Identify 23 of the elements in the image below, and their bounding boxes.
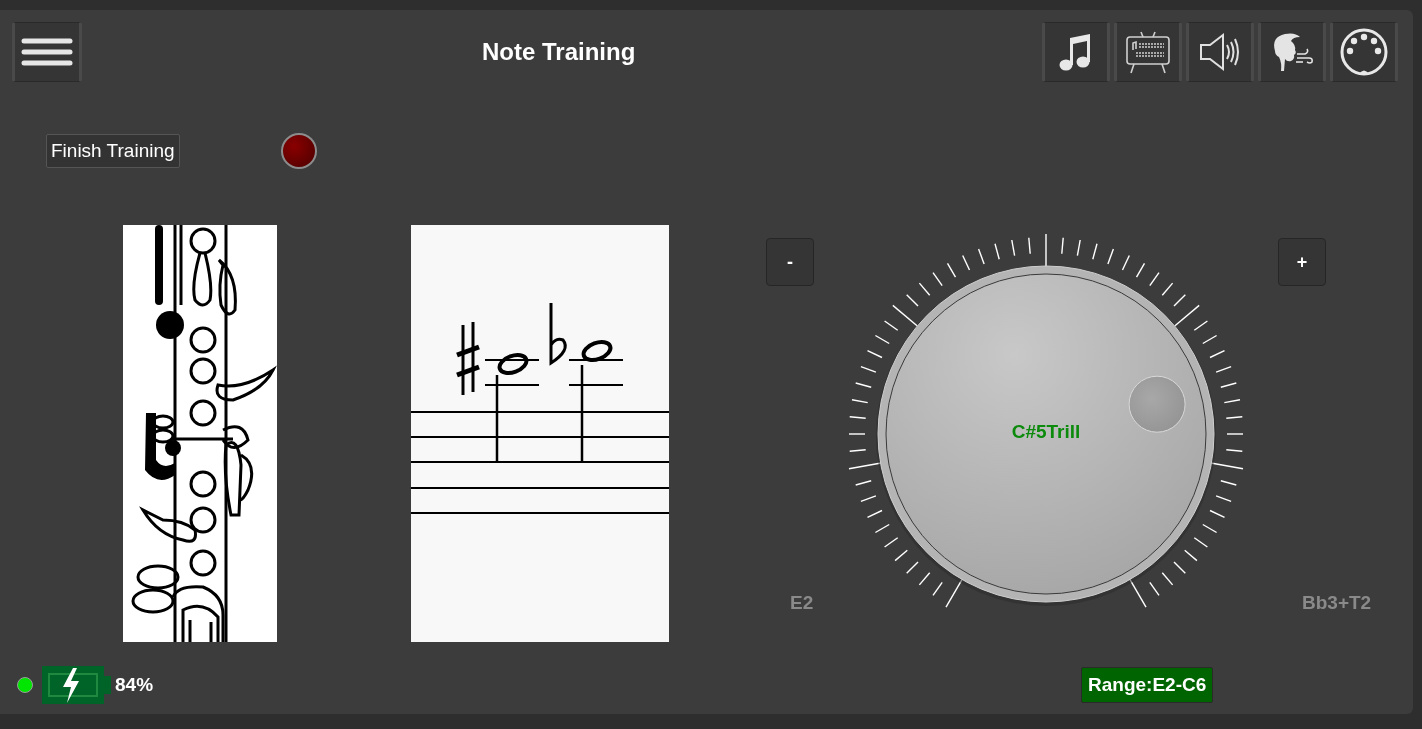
increase-button[interactable]: + (1278, 238, 1326, 286)
rotary-knob[interactable] (876, 265, 1216, 606)
menu-icon (21, 37, 73, 67)
indicator-light (280, 133, 317, 169)
battery-percentage: 84% (115, 674, 154, 696)
music-note-icon (1059, 32, 1093, 72)
person-blowing-button[interactable] (1258, 22, 1326, 82)
range-min-label: E2 (790, 592, 814, 614)
easel-board-button[interactable] (1114, 22, 1182, 82)
speaker-icon (1198, 32, 1242, 72)
midi-connector-button[interactable] (1330, 22, 1398, 82)
midi-connector-icon (1339, 27, 1389, 77)
music-note-button[interactable] (1042, 22, 1110, 82)
decrease-button[interactable]: - (766, 238, 814, 286)
range-badge: Range:E2-C6 (1081, 667, 1214, 703)
easel-board-icon (1124, 30, 1172, 74)
range-max-label: Bb3+T2 (1302, 592, 1372, 614)
speaker-button[interactable] (1186, 22, 1254, 82)
finish-training-button[interactable]: Finish Training (46, 134, 180, 168)
menu-button[interactable] (12, 22, 82, 82)
charging-battery-icon (41, 666, 113, 704)
window-title: Note Training (482, 38, 636, 66)
note-label: C#5Trill (1011, 421, 1081, 442)
